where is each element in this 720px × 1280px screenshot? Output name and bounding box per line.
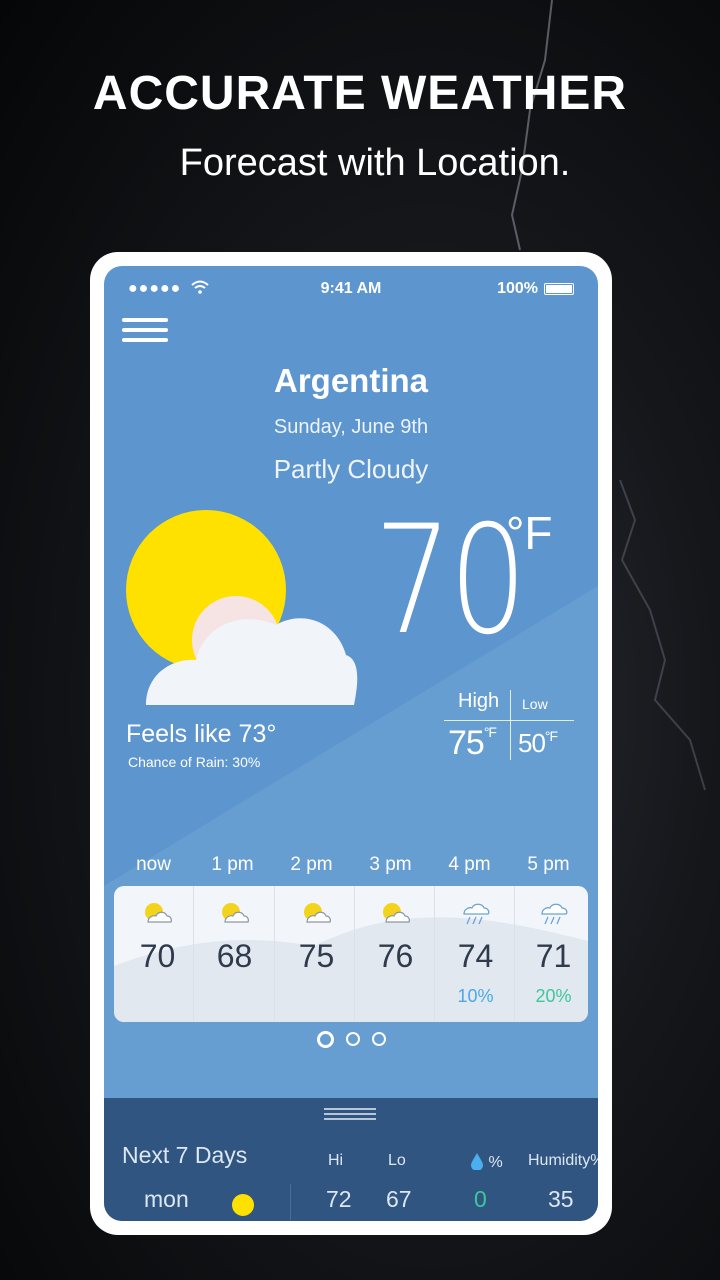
high-value: 75°F xyxy=(448,724,497,762)
hourly-item[interactable]: 71 20% xyxy=(514,886,588,1022)
hourly-item[interactable]: 68 xyxy=(195,886,274,1022)
hour-label: 1 pm xyxy=(211,854,254,875)
low-value: 50°F xyxy=(518,728,558,758)
hourly-forecast-card[interactable]: 70 68 75 76 74 10% 71 20% xyxy=(114,886,588,1022)
next-days-title: Next 7 Days xyxy=(122,1142,248,1168)
page-dot-active[interactable] xyxy=(316,1031,334,1048)
hourly-temp: 68 xyxy=(216,938,253,974)
promo-subtitle: Forecast with Location. xyxy=(179,142,571,184)
hourly-temp: 75 xyxy=(298,938,335,974)
hourly-temp: 71 xyxy=(535,938,572,974)
hourly-item[interactable]: 74 10% xyxy=(436,886,515,1022)
day-lo: 67 xyxy=(386,1186,412,1212)
drag-handle[interactable] xyxy=(324,1108,376,1123)
hour-label: 2 pm xyxy=(290,854,333,875)
phone-frame: ●●●●● 9:41 AM 100% Argentina Sunday, Jun… xyxy=(90,252,612,1235)
feels-like: Feels like 73° xyxy=(126,720,277,748)
partly-sunny-icon xyxy=(383,903,410,923)
droplet-icon xyxy=(471,1153,483,1171)
col-humidity: Humidity% xyxy=(528,1152,598,1169)
hamburger-menu-icon[interactable] xyxy=(122,318,168,344)
day-hi: 72 xyxy=(326,1186,352,1212)
hourly-temp: 74 xyxy=(457,938,494,974)
hourly-item[interactable]: 76 xyxy=(356,886,435,1022)
city-name: Argentina xyxy=(273,362,428,399)
battery-icon xyxy=(544,283,574,295)
partly-sunny-icon xyxy=(222,903,249,923)
hourly-item[interactable]: 75 xyxy=(277,886,356,1022)
col-precip: % xyxy=(470,1152,503,1172)
day-humidity: 35 xyxy=(548,1186,574,1212)
day-precip: 0 xyxy=(474,1186,487,1212)
chance-of-rain: Chance of Rain: 30% xyxy=(128,754,261,770)
low-label: Low xyxy=(522,696,548,712)
current-temperature: 70 xyxy=(374,494,527,668)
partly-cloudy-icon xyxy=(126,510,358,705)
hourly-temp: 76 xyxy=(377,938,414,974)
hour-label: now xyxy=(136,854,171,875)
page-dot[interactable] xyxy=(345,1032,360,1046)
partly-sunny-icon xyxy=(145,903,172,923)
col-hi: Hi xyxy=(328,1152,344,1169)
high-low-box: High Low 75°F 50°F xyxy=(444,690,574,770)
thunder-rain-icon xyxy=(463,903,490,925)
hourly-precip: 10% xyxy=(457,986,494,1006)
hourly-labels: now 1 pm 2 pm 3 pm 4 pm 5 pm xyxy=(114,854,588,876)
weather-screen: ●●●●● 9:41 AM 100% Argentina Sunday, Jun… xyxy=(104,266,598,1221)
hour-label: 3 pm xyxy=(369,854,412,875)
page-dot[interactable] xyxy=(371,1032,386,1046)
thunder-rain-icon xyxy=(541,903,568,925)
high-label: High xyxy=(458,690,500,712)
hourly-precip: 20% xyxy=(535,986,572,1006)
battery-indicator: 100% xyxy=(497,280,574,298)
partly-sunny-icon xyxy=(304,903,331,923)
temperature-unit: °F xyxy=(506,507,553,559)
weather-condition: Partly Cloudy xyxy=(273,454,429,484)
status-bar: ●●●●● 9:41 AM 100% xyxy=(104,280,598,302)
hour-label: 5 pm xyxy=(527,854,570,875)
day-name: mon xyxy=(144,1186,189,1212)
col-lo: Lo xyxy=(388,1152,406,1169)
hourly-temp: 70 xyxy=(139,938,176,974)
promo-title: ACCURATE WEATHER xyxy=(92,67,628,120)
page-indicator xyxy=(104,1031,598,1048)
hour-label: 4 pm xyxy=(448,854,491,875)
hourly-item[interactable]: 70 xyxy=(118,886,197,1022)
sun-icon xyxy=(232,1194,254,1216)
next-days-panel[interactable]: Next 7 Days Hi Lo % Humidity% mon 72 67 … xyxy=(104,1098,598,1221)
battery-percent: 100% xyxy=(497,280,538,297)
current-date: Sunday, June 9th xyxy=(273,416,429,438)
